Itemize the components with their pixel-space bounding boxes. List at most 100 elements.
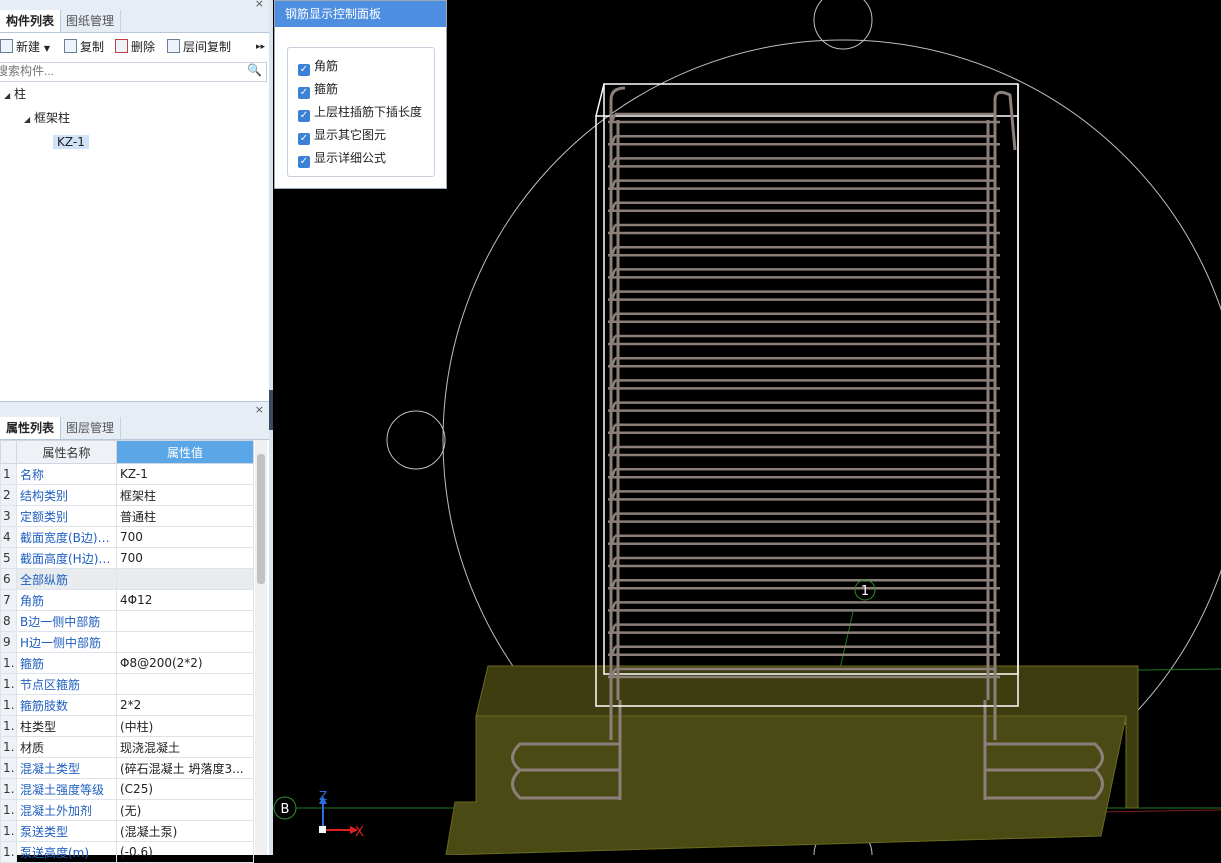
property-value[interactable]: (中柱) [116, 715, 254, 737]
table-row[interactable]: 14材质现浇混凝土 [0, 736, 254, 758]
tab-layer-management[interactable]: 图层管理 [60, 417, 122, 439]
property-value[interactable]: Φ8@200(2*2) [116, 652, 254, 674]
property-name: 柱类型 [16, 715, 117, 737]
table-row[interactable]: 2 结构类别 框架柱 [0, 484, 254, 506]
table-row[interactable]: 7 角筋 4Φ12 [0, 589, 254, 611]
property-name: 定额类别 [16, 505, 117, 527]
table-row[interactable]: 6 全部纵筋 [0, 568, 254, 590]
property-value[interactable]: 现浇混凝土 [116, 736, 254, 758]
property-value[interactable]: (无) [116, 799, 254, 821]
expand-arrow-icon[interactable]: ◢ [4, 86, 14, 106]
table-row[interactable]: 9 H边一侧中部筋 [0, 631, 254, 653]
table-row[interactable]: 1 名称 KZ-1 [0, 463, 254, 485]
row-index: 16 [0, 778, 17, 800]
property-name: H边一侧中部筋 [16, 631, 117, 653]
stirrup [608, 112, 1000, 124]
table-row[interactable]: 4 截面宽度(B边)(... 700 [0, 526, 254, 548]
property-value[interactable]: (C25) [116, 778, 254, 800]
tab-drawing-management[interactable]: 图纸管理 [60, 10, 122, 32]
close-icon[interactable]: × [255, 0, 264, 10]
table-row[interactable]: 17混凝土外加剂(无) [0, 799, 254, 821]
property-name: 节点区箍筋 [16, 673, 117, 695]
property-value[interactable]: 2*2 [116, 694, 254, 716]
option-show-other-elements[interactable]: ✓ 显示其它图元 [298, 125, 386, 145]
property-value[interactable]: (混凝土泵) [116, 820, 254, 842]
search-icon[interactable]: 🔍 [247, 63, 262, 77]
checkbox-checked-icon[interactable]: ✓ [298, 64, 310, 76]
checkbox-checked-icon[interactable]: ✓ [298, 133, 310, 145]
property-value[interactable]: (-0.6) [116, 841, 254, 863]
option-corner-rebar[interactable]: ✓ 角筋 [298, 56, 338, 76]
header-index [0, 440, 17, 464]
checkbox-checked-icon[interactable]: ✓ [298, 87, 310, 99]
table-row[interactable]: 19泵送高度(m)(-0.6) [0, 841, 254, 863]
option-stirrup[interactable]: ✓ 箍筋 [298, 79, 338, 99]
delete-icon [115, 39, 128, 53]
table-row[interactable]: 12箍筋肢数2*2 [0, 694, 254, 716]
table-row[interactable]: 11节点区箍筋 [0, 673, 254, 695]
table-row[interactable]: 16混凝土强度等级(C25) [0, 778, 254, 800]
stirrup [608, 179, 1000, 190]
stirrup [608, 312, 1000, 324]
copy-button[interactable]: 复制 [64, 34, 104, 60]
property-value[interactable]: 框架柱 [116, 484, 254, 506]
row-index: 8 [0, 610, 17, 632]
property-value[interactable] [116, 673, 254, 695]
stirrup [608, 645, 1000, 657]
stirrup [608, 201, 1000, 213]
search-input[interactable] [0, 63, 236, 79]
property-value[interactable]: KZ-1 [116, 463, 254, 485]
table-row[interactable]: 8 B边一侧中部筋 [0, 610, 254, 632]
tab-component-list[interactable]: 构件列表 [0, 10, 62, 32]
tree-node-kz1[interactable]: KZ-1 [53, 132, 89, 152]
property-name: 截面宽度(B边)(... [16, 526, 117, 548]
property-value[interactable]: 4Φ12 [116, 589, 254, 611]
property-table: 属性名称 属性值 1 名称 KZ-1 2 结构类别 框架柱 3 定额类别 普通柱 4 截面宽度(B边… [0, 440, 254, 863]
property-value[interactable]: (碎石混凝土 坍落度3... [116, 757, 254, 779]
grid-marker-1-label: 1 [861, 584, 869, 599]
table-row[interactable]: 3 定额类别 普通柱 [0, 505, 254, 527]
tree-node-column[interactable]: ◢ 柱 [4, 84, 26, 104]
new-button[interactable]: 新建 ▼ [0, 34, 50, 62]
stirrup [608, 423, 1000, 435]
property-scrollbar[interactable] [255, 440, 267, 855]
property-value[interactable] [116, 568, 254, 590]
component-tabs: 构件列表 图纸管理 [0, 10, 270, 33]
property-value[interactable]: 700 [116, 526, 254, 548]
property-tabs: 属性列表 图层管理 [0, 417, 270, 440]
close-icon[interactable]: × [255, 403, 264, 416]
property-value[interactable]: 700 [116, 547, 254, 569]
table-row[interactable]: 15混凝土类型(碎石混凝土 坍落度3... [0, 757, 254, 779]
panel-splitter[interactable] [269, 0, 273, 855]
x-axis-label: X [355, 825, 364, 840]
property-value[interactable] [116, 610, 254, 632]
splitter-grip[interactable] [269, 390, 273, 430]
floor-copy-button[interactable]: 层间复制 [167, 34, 231, 60]
stirrup [608, 401, 1000, 412]
table-row[interactable]: 18泵送类型(混凝土泵) [0, 820, 254, 842]
row-index: 2 [0, 484, 17, 506]
foundation-front [445, 715, 1127, 855]
option-show-detailed-formula[interactable]: ✓ 显示详细公式 [298, 148, 386, 168]
tab-property-list[interactable]: 属性列表 [0, 417, 62, 439]
tree-node-frame-column[interactable]: ◢ 框架柱 [24, 108, 70, 128]
stirrup [608, 512, 1000, 523]
expand-arrow-icon[interactable]: ◢ [24, 110, 34, 130]
property-value[interactable] [116, 631, 254, 653]
more-icon[interactable]: ▸▸ [256, 34, 265, 60]
delete-button[interactable]: 删除 [115, 34, 155, 60]
property-name: 混凝土外加剂 [16, 799, 117, 821]
table-row[interactable]: 5 截面高度(H边)(... 700 [0, 547, 254, 569]
property-value[interactable]: 普通柱 [116, 505, 254, 527]
table-row[interactable]: 13柱类型(中柱) [0, 715, 254, 737]
scrollbar-thumb[interactable] [257, 454, 265, 584]
new-icon [0, 39, 13, 53]
stirrup [608, 334, 1000, 346]
property-name: 箍筋 [16, 652, 117, 674]
option-upper-dowel-length[interactable]: ✓ 上层柱插筋下插长度 [298, 102, 422, 122]
control-panel-title: 钢筋显示控制面板 [275, 1, 446, 27]
component-search: 🔍 [0, 62, 267, 82]
checkbox-checked-icon[interactable]: ✓ [298, 110, 310, 122]
table-row[interactable]: 10箍筋Φ8@200(2*2) [0, 652, 254, 674]
checkbox-checked-icon[interactable]: ✓ [298, 156, 310, 168]
